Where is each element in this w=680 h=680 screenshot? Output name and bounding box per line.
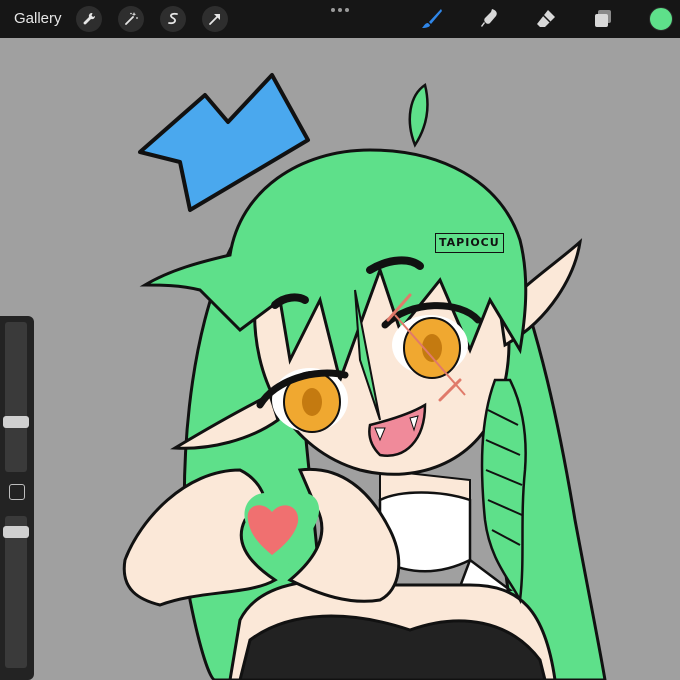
gallery-button[interactable]: Gallery bbox=[14, 0, 62, 38]
opacity-handle[interactable] bbox=[3, 526, 29, 538]
eraser-icon bbox=[537, 10, 555, 27]
selection-icon bbox=[167, 12, 178, 25]
actions-button[interactable] bbox=[75, 6, 102, 32]
more-dots-icon bbox=[331, 8, 349, 12]
transform-button[interactable] bbox=[201, 6, 228, 32]
more-options-button[interactable] bbox=[328, 2, 352, 18]
paint-brush-button[interactable] bbox=[418, 5, 446, 33]
modify-button[interactable] bbox=[9, 484, 25, 500]
color-picker-button[interactable] bbox=[649, 7, 673, 31]
eraser-button[interactable] bbox=[532, 5, 560, 33]
wrench-icon bbox=[83, 12, 95, 25]
procreate-app: Gallery TAPIOCU bbox=[0, 0, 680, 680]
left-sidebar bbox=[0, 316, 34, 680]
smudge-button[interactable] bbox=[475, 5, 503, 33]
brush-size-slider[interactable] bbox=[5, 322, 27, 472]
top-toolbar: Gallery bbox=[0, 0, 680, 38]
drawing-canvas[interactable]: TAPIOCU bbox=[0, 38, 680, 680]
opacity-slider[interactable] bbox=[5, 516, 27, 668]
smudge-icon bbox=[481, 9, 497, 27]
brush-icon bbox=[422, 9, 442, 28]
selection-button[interactable] bbox=[159, 6, 186, 32]
adjustments-button[interactable] bbox=[117, 6, 144, 32]
artwork-illustration bbox=[122, 73, 607, 680]
magic-wand-icon bbox=[124, 12, 138, 25]
layers-button[interactable] bbox=[589, 5, 617, 33]
layers-icon bbox=[595, 10, 611, 27]
artist-watermark: TAPIOCU bbox=[435, 233, 504, 253]
brush-size-handle[interactable] bbox=[3, 416, 29, 428]
transform-arrow-icon bbox=[208, 14, 220, 25]
